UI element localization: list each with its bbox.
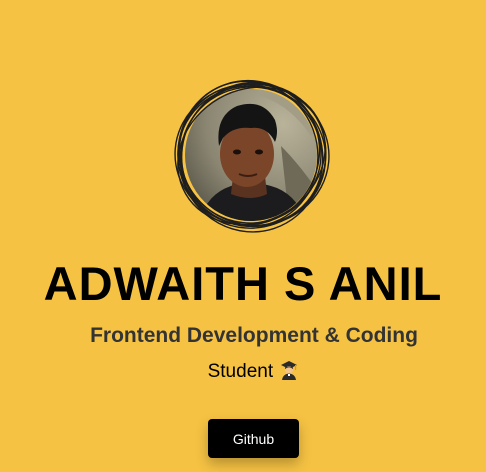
profile-role: Student xyxy=(0,358,486,389)
graduate-student-icon xyxy=(280,360,298,389)
role-label: Student xyxy=(207,361,274,382)
portfolio-page: ADWAITH S ANIL Frontend Development & Co… xyxy=(0,0,486,472)
avatar-photo xyxy=(174,79,330,233)
profile-tagline: Frontend Development & Coding xyxy=(90,324,418,347)
github-button[interactable]: Github xyxy=(208,419,299,458)
profile-name: ADWAITH S ANIL xyxy=(43,257,443,310)
avatar xyxy=(171,76,331,236)
